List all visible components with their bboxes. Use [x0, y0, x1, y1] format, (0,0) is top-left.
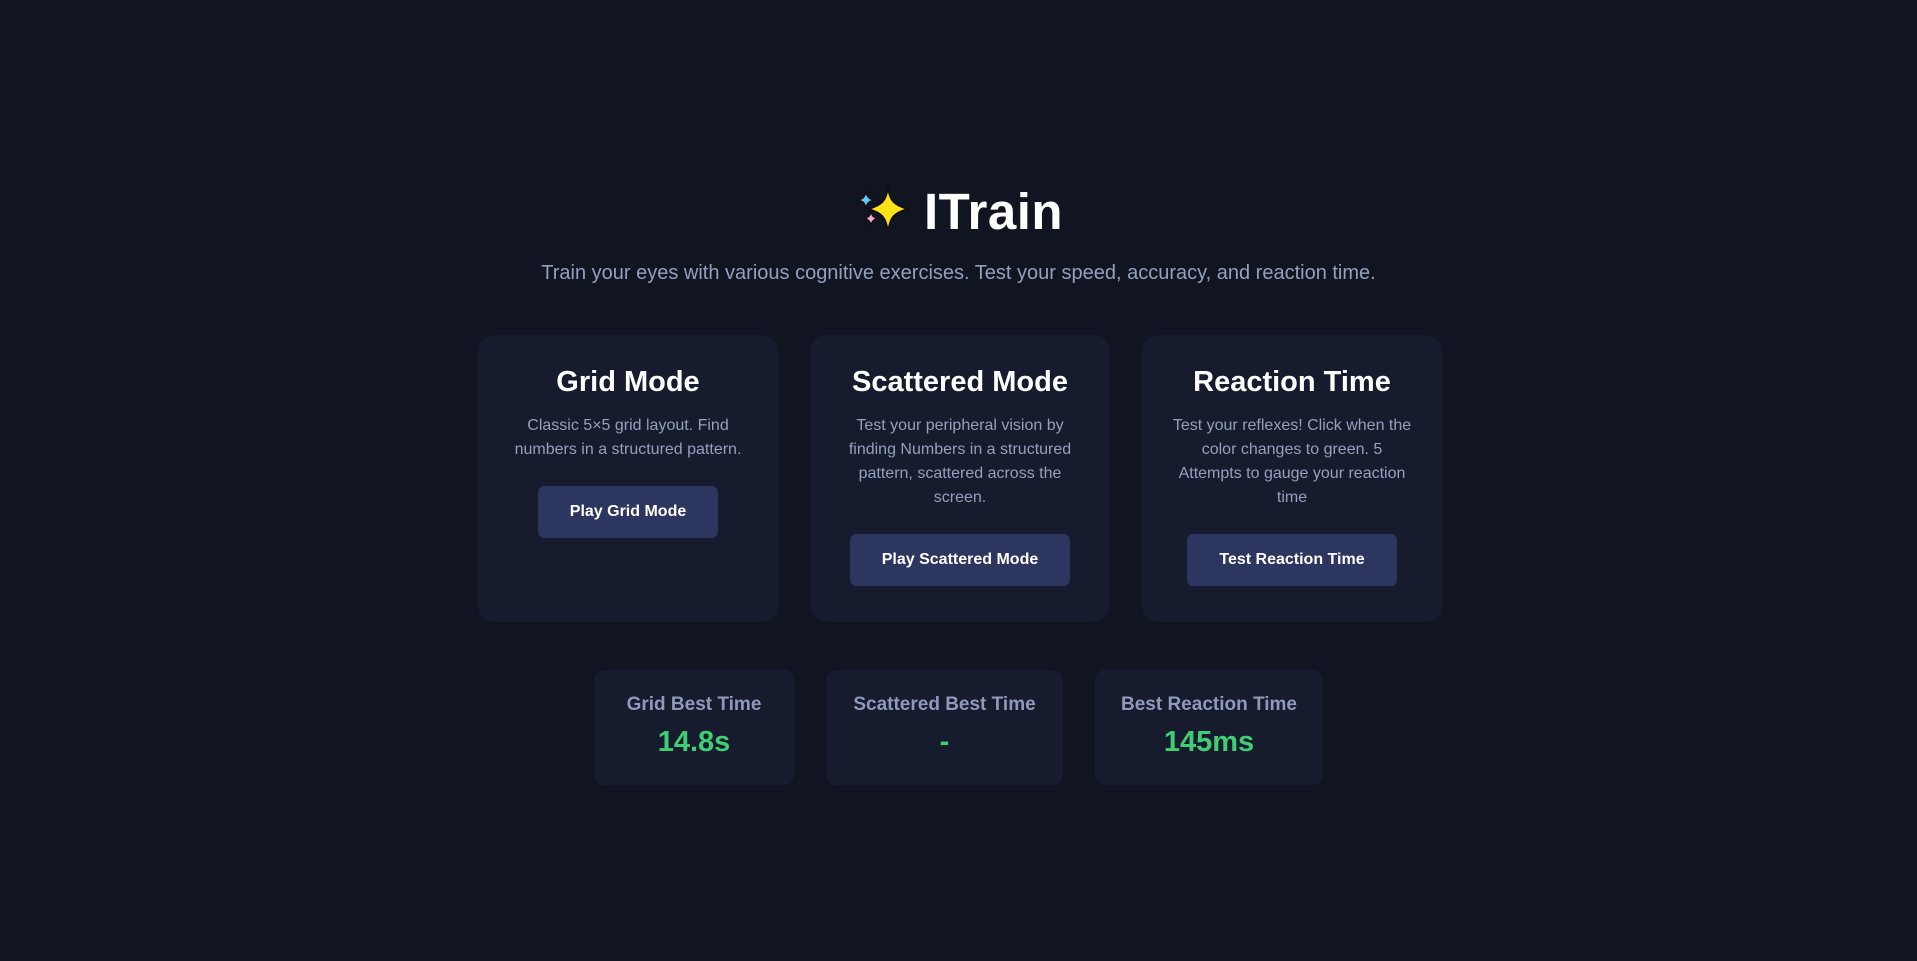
stat-label: Best Reaction Time: [1121, 694, 1297, 715]
grid-mode-description: Classic 5×5 grid layout. Find numbers in…: [514, 416, 742, 458]
play-grid-mode-button[interactable]: Play Grid Mode: [537, 485, 719, 538]
stat-label: Scattered Best Time: [853, 694, 1036, 715]
mode-cards: Grid Mode Classic 5×5 grid layout. Find …: [478, 335, 1442, 622]
scattered-mode-card: Scattered Mode Test your peripheral visi…: [810, 335, 1110, 622]
reaction-time-title: Reaction Time: [1193, 366, 1391, 398]
stat-value: 145ms: [1163, 726, 1255, 758]
play-scattered-mode-button[interactable]: Play Scattered Mode: [849, 533, 1071, 586]
page-subtitle: Train your eyes with various cognitive e…: [541, 262, 1376, 284]
best-reaction-time-stat: Best Reaction Time 145ms: [1095, 670, 1323, 785]
test-reaction-time-button[interactable]: Test Reaction Time: [1187, 533, 1397, 586]
scattered-mode-description: Test your peripheral vision by finding N…: [848, 416, 1072, 506]
page-title: ITrain: [923, 182, 1064, 240]
reaction-time-card: Reaction Time Test your reflexes! Click …: [1142, 335, 1442, 622]
sparkles-icon: [856, 186, 909, 234]
grid-mode-card: Grid Mode Classic 5×5 grid layout. Find …: [478, 335, 778, 622]
stat-value: -: [939, 726, 950, 758]
header: ITrain Train your eyes with various cogn…: [0, 178, 1917, 285]
scattered-mode-title: Scattered Mode: [852, 366, 1068, 398]
stat-value: 14.8s: [657, 726, 731, 758]
page: ITrain Train your eyes with various cogn…: [0, 0, 1917, 961]
stat-label: Grid Best Time: [626, 694, 762, 715]
scattered-best-time-stat: Scattered Best Time -: [826, 670, 1063, 785]
best-stats: Grid Best Time 14.8s Scattered Best Time…: [0, 670, 1917, 785]
grid-best-time-stat: Grid Best Time 14.8s: [594, 670, 794, 785]
title-row: ITrain: [0, 178, 1917, 244]
grid-mode-title: Grid Mode: [556, 366, 700, 398]
reaction-time-description: Test your reflexes! Click when the color…: [1172, 416, 1412, 506]
